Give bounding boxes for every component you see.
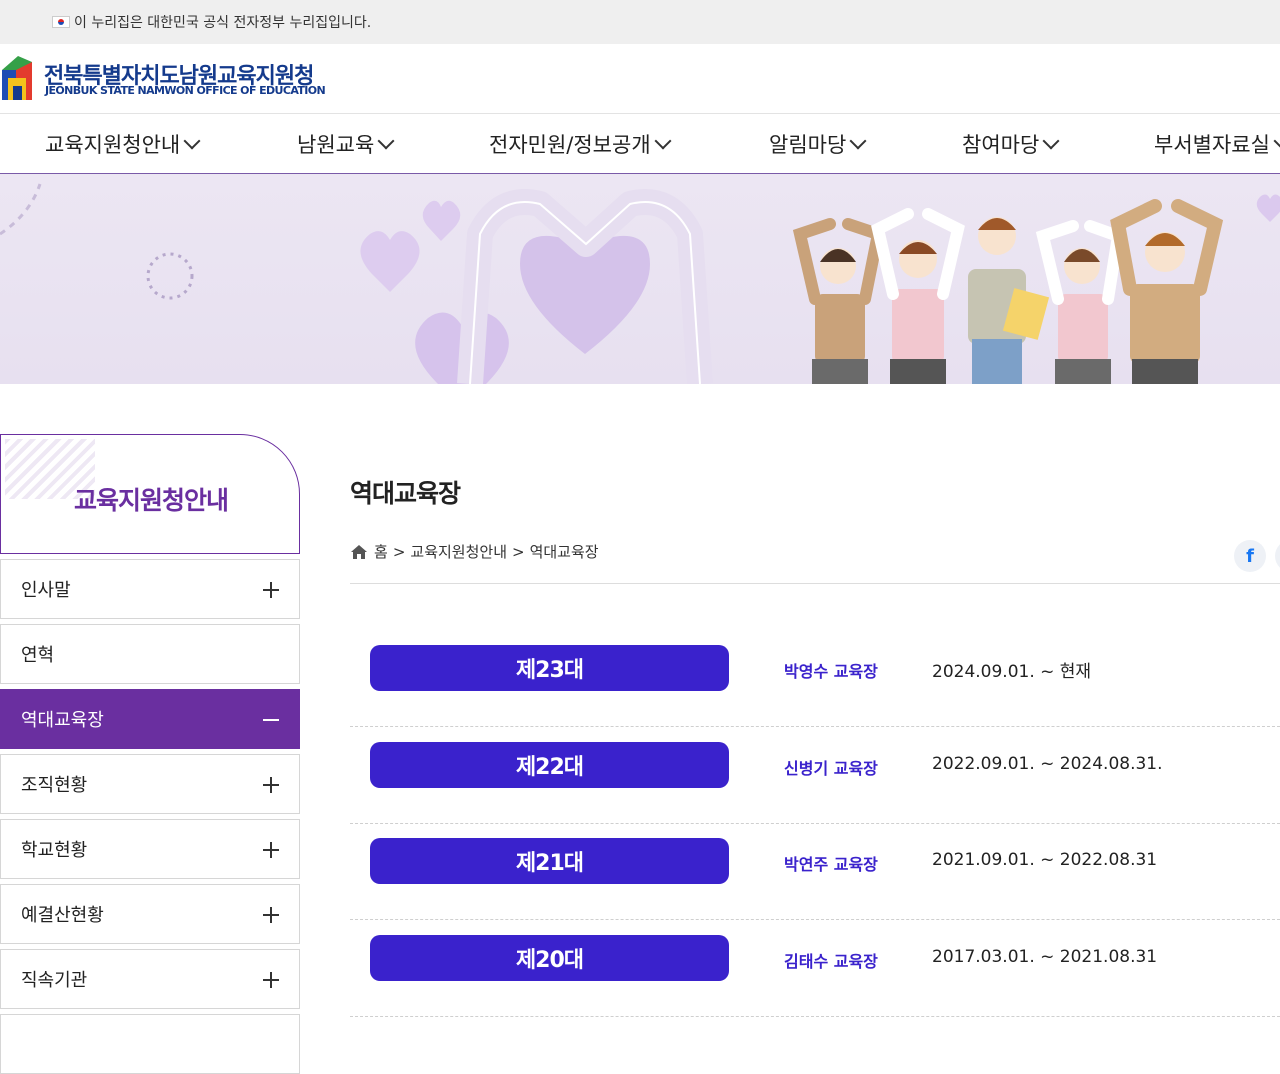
plus-icon[interactable] [263,582,279,598]
breadcrumb-level1[interactable]: 교육지원청안내 [410,541,507,562]
plus-icon[interactable] [263,972,279,988]
term-period: 2017.03.01. ~ 2021.08.31 [932,947,1158,967]
chevron-down-icon [1042,132,1060,150]
gov-notice-text: 이 누리집은 대한민국 공식 전자정부 누리집입니다. [74,15,372,31]
lnb-item-more[interactable] [0,1014,300,1074]
lnb-item-history[interactable]: 연혁 [0,624,300,684]
sub-visual-banner [0,174,1280,384]
share-icon[interactable] [1275,540,1280,572]
breadcrumb: 홈 > 교육지원청안내 > 역대교육장 [350,541,599,562]
term-period: 2022.09.01. ~ 2024.08.31. [932,754,1163,774]
education-office-logo-icon[interactable] [2,56,40,102]
plus-icon[interactable] [263,842,279,858]
chevron-down-icon [654,132,672,150]
plus-icon[interactable] [263,907,279,923]
chevron-down-icon [1273,132,1280,150]
term-badge: 제23대 [370,645,729,691]
lnb-item-affiliated-institutions[interactable]: 직속기관 [0,949,300,1009]
breadcrumb-home[interactable]: 홈 [374,541,388,562]
gnb-item-civil-service[interactable]: 전자민원/정보공개 [489,115,672,173]
term-badge: 제20대 [370,935,729,981]
breadcrumb-separator: > [512,542,525,561]
lnb-item-past-superintendents[interactable]: 역대교육장 [0,689,300,749]
page-title: 역대교육장 [350,479,461,508]
facebook-icon[interactable]: f [1234,540,1266,572]
list-item: 제20대 김태수 교육장 2017.03.01. ~ 2021.08.31 [350,920,1280,1017]
superintendent-name: 김태수 교육장 [784,952,878,971]
title-divider [350,583,1280,584]
gnb-item-office-guide[interactable]: 교육지원청안내 [45,115,201,173]
term-period: 2021.09.01. ~ 2022.08.31 [932,850,1158,870]
main-nav: 교육지원청안내 남원교육 전자민원/정보공개 알림마당 참여마당 부서별자료실 [0,115,1280,174]
chevron-down-icon [183,132,201,150]
home-icon[interactable] [350,544,368,560]
site-subtitle: JEONBUK STATE NAMWON OFFICE OF EDUCATION [45,84,326,97]
list-item: 제22대 신병기 교육장 2022.09.01. ~ 2024.08.31. [350,727,1280,824]
lnb-item-schools[interactable]: 학교현황 [0,819,300,879]
term-badge: 제22대 [370,742,729,788]
site-header: 전북특별자치도남원교육지원청 JEONBUK STATE NAMWON OFFI… [0,44,1280,114]
lnb-item-organization[interactable]: 조직현황 [0,754,300,814]
term-period: 2024.09.01. ~ 현재 [932,662,1092,682]
lnb-item-greeting[interactable]: 인사말 [0,559,300,619]
plus-icon[interactable] [263,777,279,793]
minus-icon[interactable] [263,719,279,721]
gnb-item-dept-archive[interactable]: 부서별자료실 [1154,115,1280,173]
lnb-item-budget[interactable]: 예결산현황 [0,884,300,944]
list-item: 제21대 박연주 교육장 2021.09.01. ~ 2022.08.31 [350,823,1280,920]
superintendent-name: 박연주 교육장 [784,855,878,874]
gnb-item-notice[interactable]: 알림마당 [769,115,867,173]
breadcrumb-current: 역대교육장 [529,543,599,561]
superintendent-name: 박영수 교육장 [784,662,878,681]
superintendent-name: 신병기 교육장 [784,759,878,778]
breadcrumb-separator: > [392,542,406,561]
korea-flag-icon [52,16,70,28]
term-badge: 제21대 [370,838,729,884]
gnb-item-participation[interactable]: 참여마당 [962,115,1060,173]
gov-notice-bar: 이 누리집은 대한민국 공식 전자정부 누리집입니다. [0,0,1280,44]
chevron-down-icon [849,132,867,150]
heart-hands-illustration [0,183,1280,384]
gnb-item-namwon-education[interactable]: 남원교육 [297,115,395,173]
lnb-header: 교육지원청안내 [0,434,300,554]
lnb-title: 교육지원청안내 [73,486,229,515]
chevron-down-icon [377,132,395,150]
list-item: 제23대 박영수 교육장 2024.09.01. ~ 현재 [350,630,1280,727]
